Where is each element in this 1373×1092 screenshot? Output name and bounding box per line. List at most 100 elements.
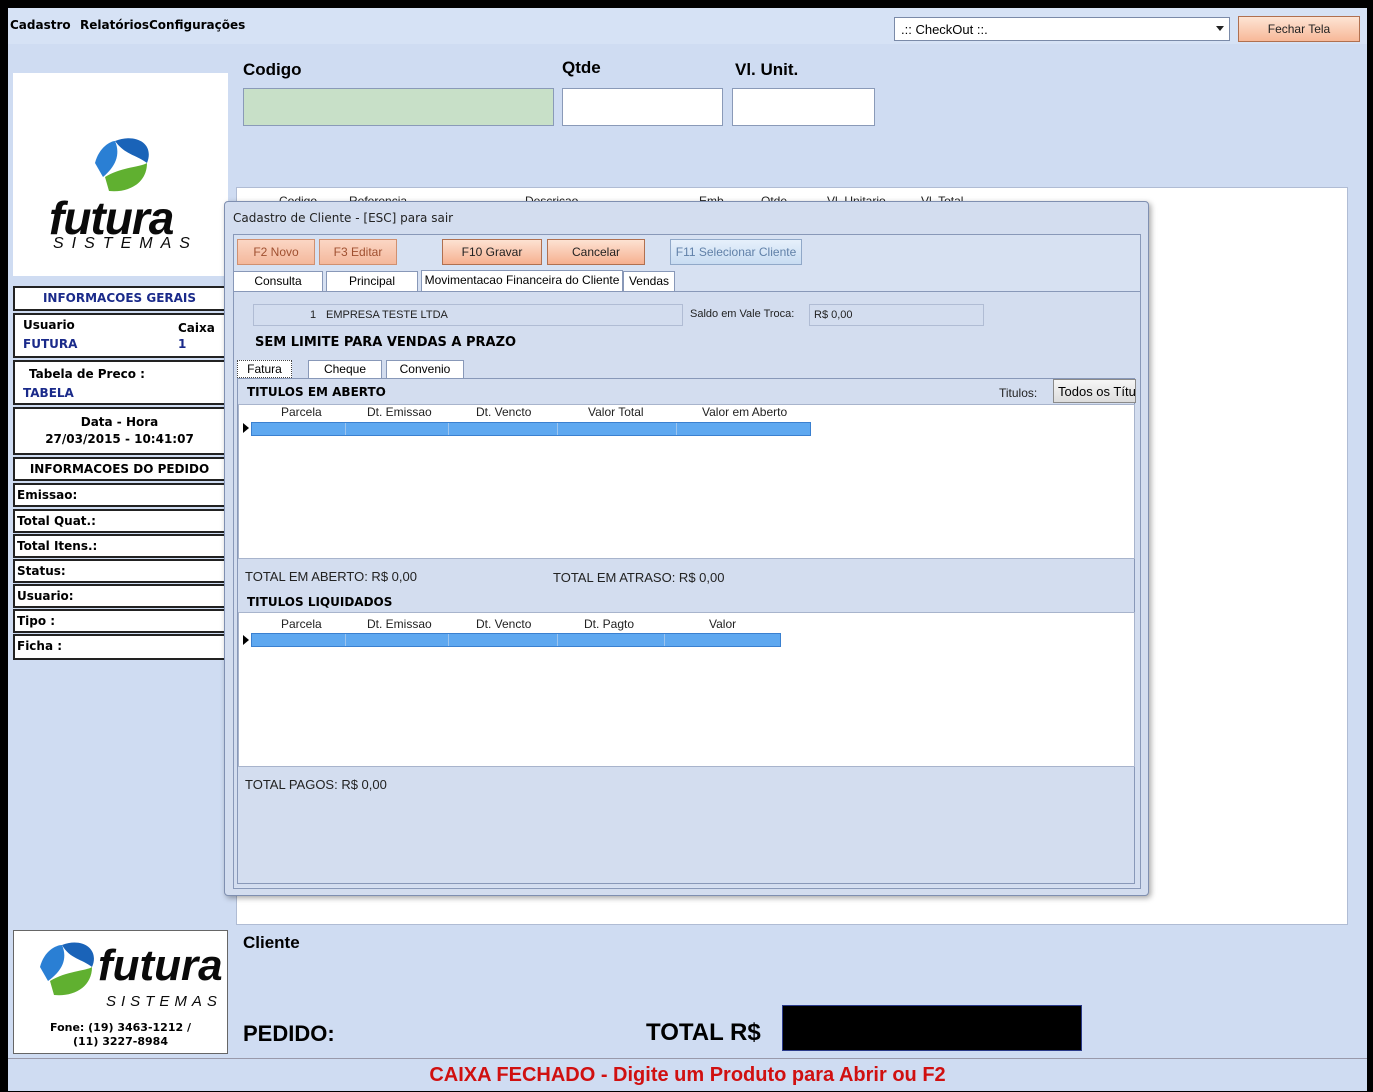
abertos-header: Parcela Dt. Emissao Dt. Vencto Valor Tot…: [251, 405, 811, 419]
titulos-label: Titulos:: [999, 386, 1038, 400]
dialog-title: Cadastro de Cliente - [ESC] para sair: [233, 211, 454, 225]
pedido-ficha: Ficha :: [13, 634, 226, 660]
footer-phone: Fone: (19) 3463-1212 /: [50, 1021, 191, 1034]
pedido-status: Status:: [13, 559, 226, 583]
total-value-display: [782, 1005, 1082, 1051]
saldo-value: R$ 0,00: [814, 309, 853, 321]
footer-phone2: (11) 3227-8984: [73, 1035, 168, 1048]
col-sep: [676, 423, 677, 435]
qtde-input[interactable]: [562, 88, 723, 126]
sem-limite-text: SEM LIMITE PARA VENDAS A PRAZO: [255, 335, 517, 350]
abertos-grid: Parcela Dt. Emissao Dt. Vencto Valor Tot…: [238, 404, 1135, 559]
futura-footer-logo-icon: [40, 942, 94, 996]
codigo-input[interactable]: [243, 88, 554, 126]
chevron-down-icon: [1216, 26, 1224, 31]
total-aberto: TOTAL EM ABERTO: R$ 0,00: [245, 569, 417, 584]
abertos-h-vencto: Dt. Vencto: [476, 405, 532, 419]
tabela-box: Tabela de Preco : TABELA: [13, 360, 226, 405]
pedido-tipo: Tipo :: [13, 609, 226, 633]
tab-content: 1 EMPRESA TESTE LTDA Saldo em Vale Troca…: [234, 291, 1140, 887]
abertos-title: TITULOS EM ABERTO: [247, 385, 386, 399]
client-field: 1 EMPRESA TESTE LTDA: [253, 304, 683, 326]
menu-configuracoes[interactable]: Configurações: [149, 18, 245, 32]
menu-relatorios[interactable]: Relatórios: [80, 18, 149, 32]
close-screen-button[interactable]: Fechar Tela: [1238, 16, 1360, 42]
selecionar-cliente-button[interactable]: F11 Selecionar Cliente: [670, 239, 802, 265]
col-sep: [664, 634, 665, 646]
tab-vendas[interactable]: Vendas: [623, 271, 675, 291]
datahora-label: Data - Hora: [80, 415, 159, 429]
novo-button[interactable]: F2 Novo: [237, 239, 315, 265]
datahora-value: 27/03/2015 - 10:41:07: [45, 432, 194, 446]
usuario-label: Usuario: [23, 318, 75, 332]
col-sep: [557, 634, 558, 646]
qtde-label: Qtde: [562, 58, 601, 77]
client-code: 1: [310, 309, 317, 321]
tab-consulta[interactable]: Consulta: [233, 271, 323, 291]
client-name: EMPRESA TESTE LTDA: [326, 309, 448, 321]
menu-cadastro[interactable]: Cadastro: [10, 18, 71, 32]
checkout-select-value: .:: CheckOut ::.: [901, 22, 988, 37]
vlunit-label: Vl. Unit.: [735, 60, 799, 79]
col-sep: [557, 423, 558, 435]
saldo-field: R$ 0,00: [809, 304, 984, 326]
subtab-convenio[interactable]: Convenio: [386, 360, 464, 378]
titulos-select[interactable]: Todos os Títu: [1053, 379, 1136, 403]
tab-movimentacao[interactable]: Movimentacao Financeira do Cliente: [421, 270, 623, 291]
grid-header: Codigo Referencia Descricao Emb Qtde Vl.…: [237, 188, 987, 202]
col-sep: [448, 634, 449, 646]
liquidados-selected-row[interactable]: [251, 633, 781, 647]
footer-logo-sub: SISTEMAS: [106, 993, 222, 1010]
col-sep: [448, 423, 449, 435]
abertos-h-emissao: Dt. Emissao: [367, 405, 432, 419]
liq-h-vencto: Dt. Vencto: [476, 617, 532, 631]
liquidados-grid: Parcela Dt. Emissao Dt. Vencto Dt. Pagto…: [238, 612, 1135, 767]
gravar-button[interactable]: F10 Gravar: [442, 239, 542, 265]
dialog-body: F2 Novo F3 Editar F10 Gravar Cancelar F1…: [233, 234, 1141, 889]
codigo-label: Codigo: [243, 60, 302, 79]
liq-h-pagto: Dt. Pagto: [584, 617, 635, 631]
liq-h-valor: Valor: [709, 617, 737, 631]
fatura-panel: TITULOS EM ABERTO Titulos: Todos os Títu…: [237, 378, 1136, 884]
liquidados-header: Parcela Dt. Emissao Dt. Vencto Dt. Pagto…: [251, 617, 781, 631]
abertos-h-valortotal: Valor Total: [588, 405, 644, 419]
liquidados-title: TITULOS LIQUIDADOS: [247, 595, 393, 609]
usuario-box: Usuario FUTURA Caixa 1: [13, 313, 226, 358]
col-sep: [345, 634, 346, 646]
usuario-value: FUTURA: [23, 337, 78, 351]
subtab-cheque[interactable]: Cheque: [308, 360, 382, 378]
total-label: TOTAL R$: [646, 1019, 761, 1046]
liq-h-parcela: Parcela: [281, 617, 322, 631]
cliente-label: Cliente: [243, 933, 300, 952]
pedido-emissao: Emissao:: [13, 483, 226, 507]
footer-logo-brand: futura: [98, 941, 223, 990]
row-pointer-icon: [243, 423, 249, 433]
caixa-value: 1: [178, 337, 187, 351]
footer-logo: futura SISTEMAS Fone: (19) 3463-1212 / (…: [13, 930, 228, 1054]
pedido-total-quat: Total Quat.:: [13, 509, 226, 533]
vlunit-input[interactable]: [732, 88, 875, 126]
pedido-total-itens: Total Itens.:: [13, 534, 226, 558]
tabela-label: Tabela de Preco :: [29, 367, 145, 381]
liq-h-emissao: Dt. Emissao: [367, 617, 432, 631]
pedido-label: PEDIDO:: [243, 1021, 335, 1046]
info-geral-title: INFORMACOES GERAIS: [13, 286, 226, 311]
cancelar-button[interactable]: Cancelar: [547, 239, 645, 265]
saldo-label: Saldo em Vale Troca:: [690, 308, 795, 320]
col-sep: [345, 423, 346, 435]
caixa-label: Caixa: [178, 321, 215, 335]
logo: futura SISTEMAS: [13, 73, 228, 276]
tab-principal[interactable]: Principal: [326, 271, 418, 291]
checkout-select[interactable]: .:: CheckOut ::.: [894, 17, 1230, 41]
info-pedido-title: INFORMACOES DO PEDIDO: [13, 457, 226, 481]
status-bar: CAIXA FECHADO - Digite um Produto para A…: [8, 1058, 1367, 1091]
total-pagos: TOTAL PAGOS: R$ 0,00: [245, 777, 387, 792]
row-pointer-icon: [243, 635, 249, 645]
editar-button[interactable]: F3 Editar: [319, 239, 397, 265]
logo-sub: SISTEMAS: [53, 235, 198, 252]
tabela-value: TABELA: [23, 386, 74, 400]
abertos-selected-row[interactable]: [251, 422, 811, 436]
cadastro-cliente-dialog: Cadastro de Cliente - [ESC] para sair F2…: [224, 201, 1149, 896]
subtab-fatura[interactable]: Fatura: [237, 360, 292, 378]
abertos-h-valoraberto: Valor em Aberto: [702, 405, 788, 419]
